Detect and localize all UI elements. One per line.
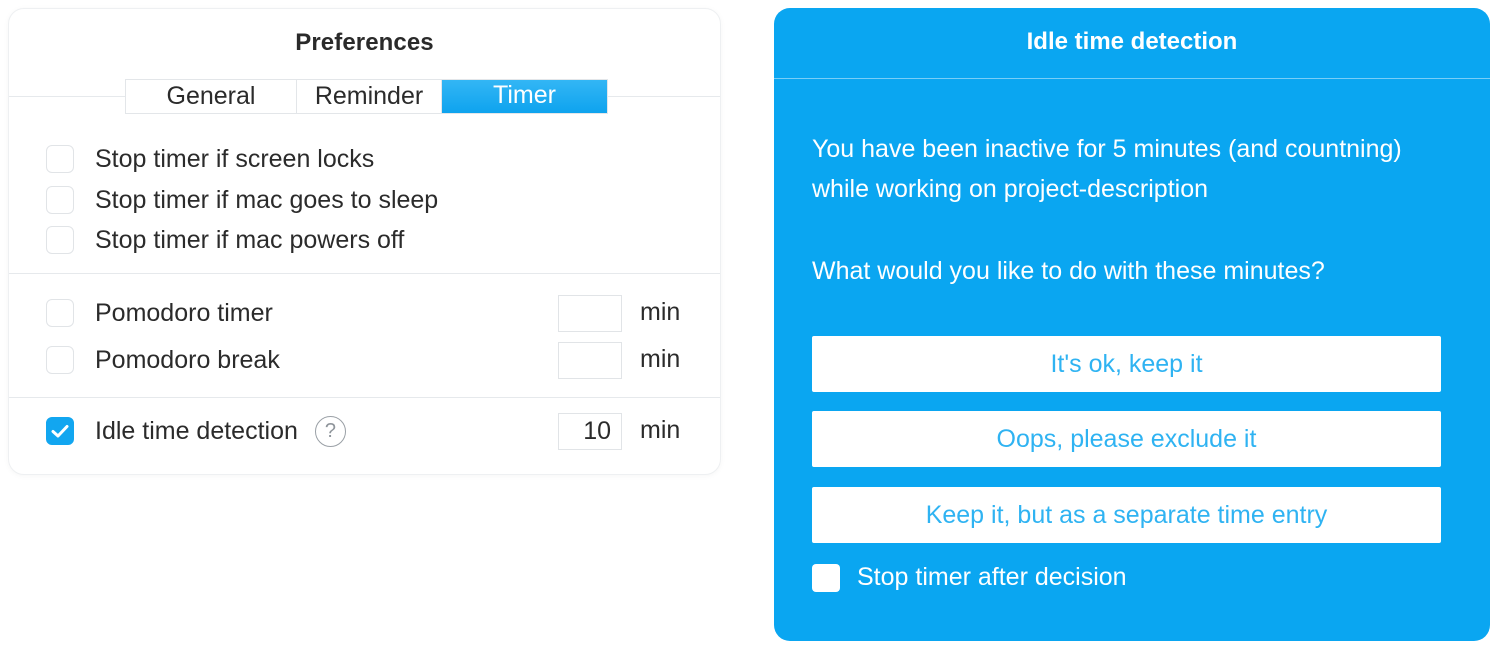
checkmark-icon — [51, 425, 69, 438]
tab-reminder[interactable]: Reminder — [297, 80, 442, 113]
idle-question: What would you like to do with these min… — [812, 257, 1325, 285]
idle-detection-unit: min — [640, 416, 681, 444]
idle-detection-label: Idle time detection — [95, 416, 298, 445]
pomodoro-timer-input[interactable] — [558, 295, 622, 332]
idle-detection-row: Idle time detection ? — [46, 415, 346, 447]
stop-screen-locks-row: Stop timer if screen locks — [46, 144, 374, 174]
stop-after-decision-label: Stop timer after decision — [857, 563, 1127, 591]
pomodoro-timer-unit: min — [640, 298, 681, 326]
pomodoro-break-checkbox[interactable] — [46, 346, 74, 374]
pomodoro-break-label: Pomodoro break — [95, 345, 280, 374]
stop-after-decision-row: Stop timer after decision — [812, 563, 1127, 592]
idle-dialog-title: Idle time detection — [1026, 28, 1238, 55]
stop-screen-locks-label: Stop timer if screen locks — [95, 144, 375, 173]
keep-it-button[interactable]: It's ok, keep it — [812, 336, 1441, 392]
pomodoro-timer-label: Pomodoro timer — [95, 298, 273, 327]
stop-mac-power-off-checkbox[interactable] — [46, 226, 74, 254]
stop-after-decision-checkbox[interactable] — [812, 563, 840, 592]
pomodoro-break-row: Pomodoro break — [46, 345, 280, 375]
idle-dialog: Idle time detection You have been inacti… — [774, 8, 1490, 641]
stop-screen-locks-checkbox[interactable] — [46, 145, 74, 173]
stop-mac-sleep-checkbox[interactable] — [46, 186, 74, 214]
preferences-title: Preferences — [295, 29, 434, 56]
separate-entry-button[interactable]: Keep it, but as a separate time entry — [812, 487, 1441, 543]
section-divider — [9, 397, 720, 398]
stop-mac-power-off-label: Stop timer if mac powers off — [95, 225, 405, 254]
question-circle-icon[interactable]: ? — [314, 415, 346, 447]
stop-mac-sleep-label: Stop timer if mac goes to sleep — [95, 185, 439, 214]
section-divider — [9, 273, 720, 274]
preferences-panel: Preferences General Reminder Timer Stop … — [8, 8, 721, 475]
pomodoro-break-input[interactable] — [558, 342, 622, 379]
idle-dialog-divider — [774, 78, 1490, 79]
tab-general[interactable]: General — [126, 80, 297, 113]
tab-timer[interactable]: Timer — [442, 80, 607, 113]
idle-detection-input[interactable]: 10 — [558, 413, 622, 450]
preferences-tabs: General Reminder Timer — [125, 79, 608, 114]
stop-mac-power-off-row: Stop timer if mac powers off — [46, 225, 404, 255]
idle-message: You have been inactive for 5 minutes (an… — [812, 135, 1402, 203]
idle-detection-checkbox[interactable] — [46, 417, 74, 445]
pomodoro-timer-checkbox[interactable] — [46, 299, 74, 327]
stop-mac-sleep-row: Stop timer if mac goes to sleep — [46, 185, 438, 215]
pomodoro-break-unit: min — [640, 345, 681, 373]
pomodoro-timer-row: Pomodoro timer — [46, 298, 273, 328]
exclude-it-button[interactable]: Oops, please exclude it — [812, 411, 1441, 467]
